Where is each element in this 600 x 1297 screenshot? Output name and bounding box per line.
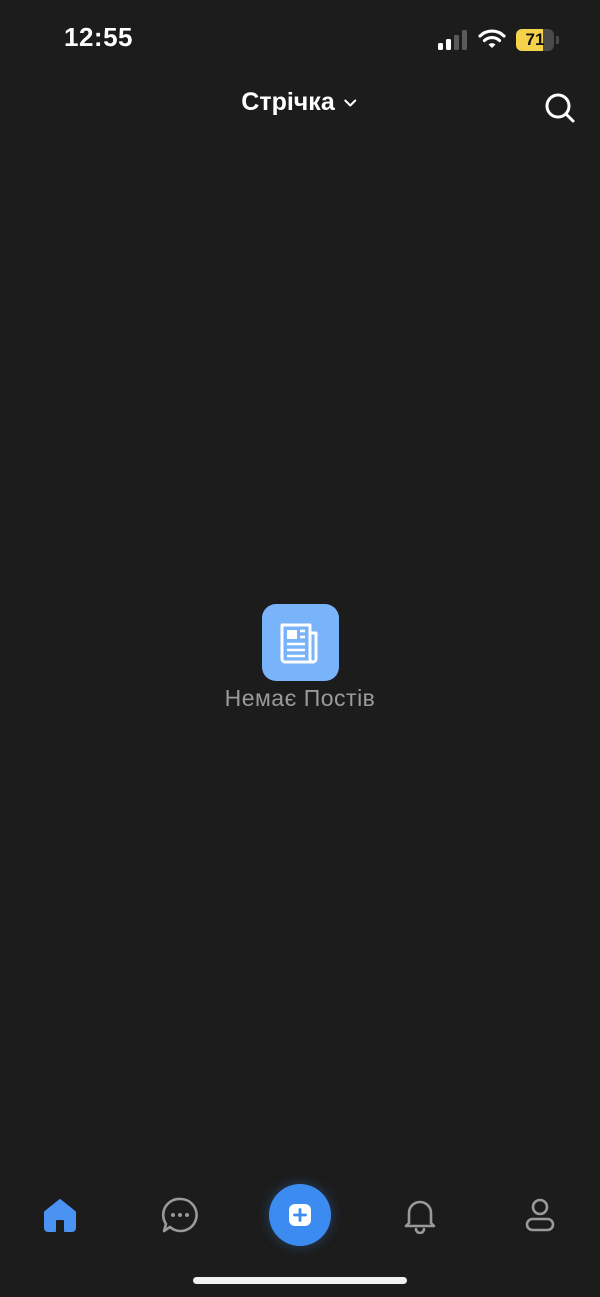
status-bar: 12:55 71 [0, 0, 600, 80]
page-title: Стрічка [241, 88, 335, 116]
home-indicator[interactable] [193, 1277, 407, 1284]
chevron-down-icon [344, 99, 357, 106]
nav-notifications-tab[interactable] [400, 1195, 440, 1235]
empty-state-message: Немає Постів [224, 685, 376, 711]
cellular-signal-icon [438, 30, 467, 50]
chat-bubble-icon [161, 1197, 198, 1233]
feed-selector-dropdown[interactable]: Стрічка [241, 88, 358, 117]
battery-body: 71 [516, 29, 554, 51]
search-icon [545, 93, 575, 123]
user-icon [525, 1198, 555, 1232]
bell-icon [404, 1200, 436, 1234]
nav-profile-tab[interactable] [520, 1195, 560, 1235]
bottom-navigation [0, 1175, 600, 1255]
status-time: 12:55 [64, 22, 133, 52]
search-button[interactable] [540, 88, 580, 128]
home-icon [44, 1199, 76, 1232]
nav-chat-tab[interactable] [160, 1195, 200, 1235]
battery-level: 71 [525, 30, 545, 49]
battery-nub [556, 36, 559, 44]
battery-indicator: 71 [516, 29, 560, 51]
empty-state: Немає Постів [0, 604, 600, 712]
wifi-icon [478, 29, 506, 48]
plus-icon [289, 1204, 311, 1226]
create-post-button[interactable] [269, 1184, 331, 1246]
nav-home-tab[interactable] [40, 1195, 80, 1235]
header: Стрічка [0, 80, 600, 136]
empty-state-icon-container [261, 604, 339, 681]
newspaper-icon [280, 623, 318, 663]
